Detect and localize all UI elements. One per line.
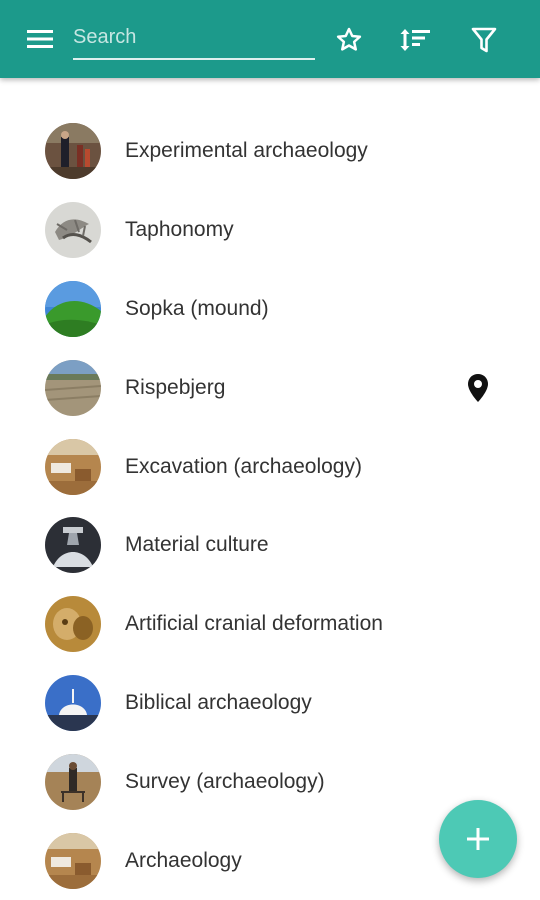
item-thumbnail [45, 359, 101, 416]
hamburger-menu-icon [27, 30, 53, 48]
item-title: Excavation (archaeology) [125, 454, 362, 478]
item-title: Archaeology [125, 848, 242, 872]
item-title: Experimental archaeology [125, 139, 368, 163]
list-item[interactable]: Excavation (archaeology) [0, 427, 540, 506]
list-item[interactable]: Experimental archaeology [0, 112, 540, 191]
plus-icon [467, 828, 489, 850]
sort-icon [400, 29, 430, 51]
item-thumbnail [45, 438, 101, 495]
item-thumbnail [45, 832, 101, 889]
item-thumbnail [45, 280, 101, 337]
list-item[interactable]: Taphonomy [0, 191, 540, 270]
search-input[interactable] [73, 20, 315, 54]
menu-button[interactable] [18, 17, 62, 61]
app-screen: Experimental archaeology Taphonomy [0, 0, 540, 900]
top-app-bar [0, 0, 540, 78]
item-title: Material culture [125, 533, 269, 557]
item-thumbnail [45, 596, 101, 653]
location-pin-icon[interactable] [466, 373, 490, 403]
item-thumbnail [45, 753, 101, 810]
favorites-button[interactable] [327, 18, 371, 62]
list-item[interactable]: Sopka (mound) [0, 270, 540, 349]
item-thumbnail [45, 123, 101, 180]
search-field [73, 20, 315, 60]
list-item[interactable]: Biblical archaeology [0, 664, 540, 743]
list-item[interactable]: Material culture [0, 506, 540, 585]
list-item[interactable]: Rispebjerg [0, 348, 540, 427]
item-title: Survey (archaeology) [125, 769, 325, 793]
item-title: Artificial cranial deformation [125, 612, 383, 636]
filter-button[interactable] [462, 18, 506, 62]
list-item[interactable]: Artificial cranial deformation [0, 585, 540, 664]
item-title: Biblical archaeology [125, 690, 312, 714]
item-title: Rispebjerg [125, 375, 226, 399]
item-thumbnail [45, 202, 101, 259]
item-title: Taphonomy [125, 218, 234, 242]
item-thumbnail [45, 674, 101, 731]
star-outline-icon [336, 27, 362, 51]
item-title: Sopka (mound) [125, 296, 269, 320]
sort-button[interactable] [394, 18, 438, 62]
filter-icon [471, 27, 497, 53]
add-button[interactable] [439, 800, 517, 878]
article-list: Experimental archaeology Taphonomy Sopka… [0, 112, 540, 900]
item-thumbnail [45, 517, 101, 574]
